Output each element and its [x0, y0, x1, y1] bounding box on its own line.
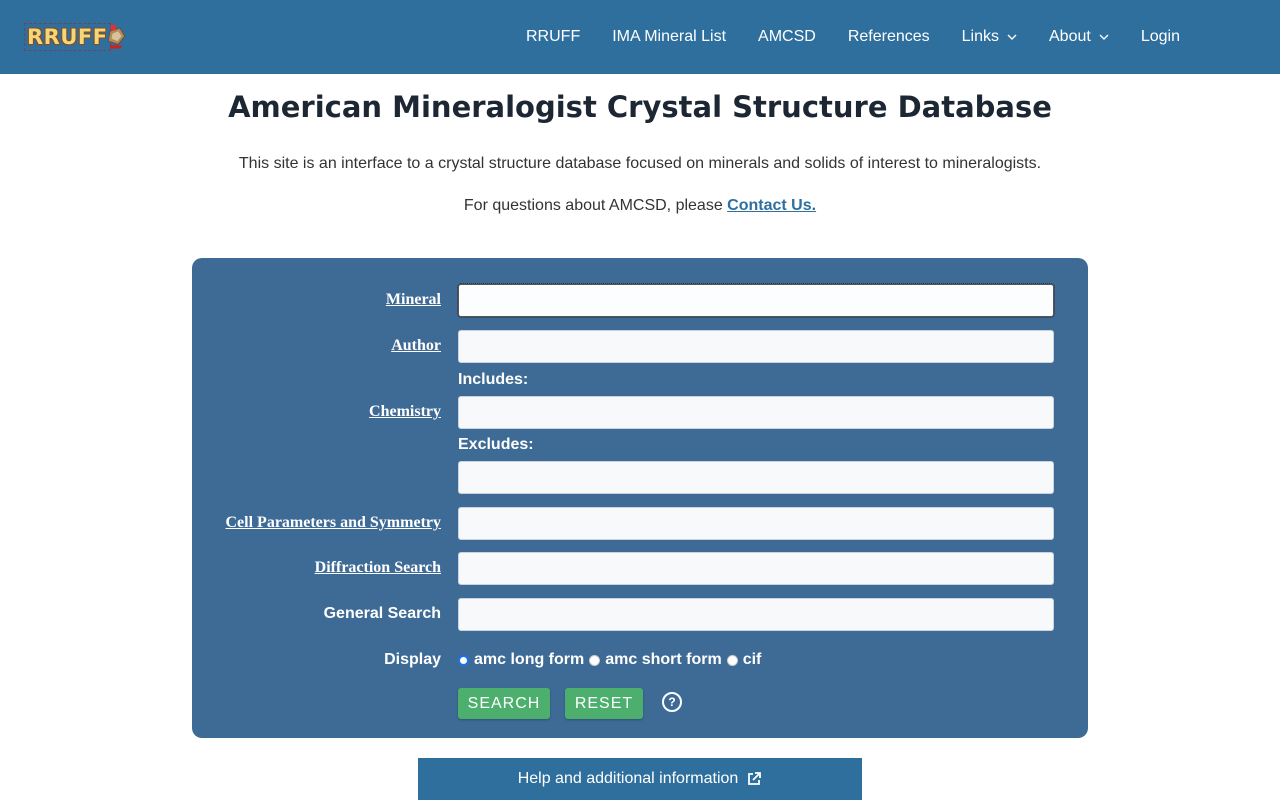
nav-item-label: Links — [961, 28, 999, 45]
nav-item-ima-mineral-list[interactable]: IMA Mineral List — [612, 28, 726, 46]
nav-item-label: RRUFF — [526, 28, 581, 45]
reset-button[interactable]: RESET — [565, 688, 643, 719]
nav-item-links[interactable]: Links — [962, 28, 1017, 46]
nav-item-login[interactable]: Login — [1141, 28, 1180, 46]
search-form-panel: Mineral Author Includes: Chemistry Exclu… — [192, 258, 1088, 738]
nav-item-label: References — [847, 28, 930, 45]
radio-amc-long-form[interactable] — [458, 654, 469, 666]
nav-item-label: AMCSD — [758, 28, 816, 45]
display-options: amc long form amc short form cif — [458, 651, 766, 669]
nav-menu: RRUFF IMA Mineral List AMCSD References … — [510, 0, 1196, 74]
nav-item-about[interactable]: About — [1049, 28, 1109, 46]
author-input[interactable] — [458, 330, 1054, 363]
contact-prefix: For questions about AMCSD, please — [463, 197, 723, 214]
search-button[interactable]: SEARCH — [458, 688, 550, 719]
nav-item-label: About — [1049, 28, 1091, 45]
cell-parameters-label-link[interactable]: Cell Parameters and Symmetry — [226, 514, 442, 532]
display-label: Display — [384, 651, 441, 668]
author-label-link[interactable]: Author — [391, 337, 441, 355]
chevron-down-icon — [1099, 34, 1109, 40]
nav-item-rruff[interactable]: RRUFF — [526, 28, 580, 46]
radio-cif[interactable] — [726, 654, 738, 666]
nav-item-amcsd[interactable]: AMCSD — [758, 28, 816, 46]
chemistry-includes-input[interactable] — [458, 396, 1054, 429]
help-info-button[interactable]: Help and additional information — [418, 758, 862, 800]
excludes-label: Excludes: — [458, 436, 534, 453]
rruff-logo[interactable]: RRUFF — [24, 20, 126, 54]
radio-label-amc-short-form[interactable]: amc short form — [605, 651, 721, 669]
page-title: American Mineralogist Crystal Structure … — [228, 90, 1052, 124]
general-search-input[interactable] — [458, 598, 1054, 631]
contact-us-link[interactable]: Contact Us. — [727, 197, 816, 214]
mineral-icon — [107, 24, 125, 49]
chevron-down-icon — [1007, 34, 1017, 40]
mineral-label-link[interactable]: Mineral — [386, 291, 441, 309]
intro-text: This site is an interface to a crystal s… — [238, 155, 1042, 172]
logo-text: RRUFF — [24, 23, 111, 51]
general-search-label: General Search — [323, 605, 441, 622]
nav-item-label: IMA Mineral List — [612, 28, 727, 45]
chemistry-excludes-input[interactable] — [458, 461, 1054, 494]
external-link-icon — [748, 772, 762, 785]
radio-label-amc-long-form[interactable]: amc long form — [474, 651, 584, 669]
chemistry-label-link[interactable]: Chemistry — [369, 403, 441, 421]
radio-label-cif[interactable]: cif — [743, 651, 762, 669]
radio-amc-short-form[interactable] — [589, 654, 601, 666]
cell-parameters-input[interactable] — [458, 507, 1054, 540]
top-navbar: RRUFF RRUFF IMA Mineral List AMCSD Refer… — [0, 0, 1280, 74]
nav-item-label: Login — [1140, 28, 1180, 45]
nav-item-references[interactable]: References — [848, 28, 930, 46]
contact-line: For questions about AMCSD, please Contac… — [0, 197, 1280, 215]
question-circle-icon[interactable]: ? — [662, 692, 682, 712]
help-info-label: Help and additional information — [517, 770, 739, 787]
mineral-input[interactable] — [457, 283, 1055, 318]
diffraction-search-input[interactable] — [458, 552, 1054, 585]
diffraction-search-label-link[interactable]: Diffraction Search — [315, 559, 441, 577]
includes-label: Includes: — [458, 371, 529, 388]
